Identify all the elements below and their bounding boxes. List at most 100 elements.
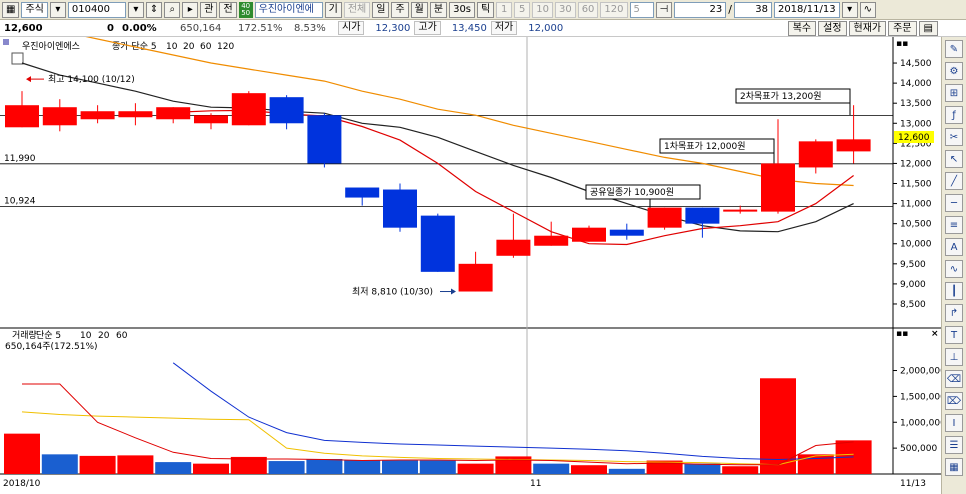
drawing-tools-icon[interactable]: ✎: [945, 40, 963, 58]
crosshair-box[interactable]: [11, 52, 24, 65]
interval-30[interactable]: 30: [554, 1, 576, 18]
chart-area[interactable]: 우진아이엔에스 종가 단순 5102060120 13,19711,99010,…: [0, 37, 941, 494]
period-tick[interactable]: 틱: [477, 1, 495, 18]
count-separator: /: [728, 3, 732, 16]
volume-panel-max-icon[interactable]: ▪▪: [896, 329, 908, 339]
target1-annotation: 1차목표가 12,000원: [664, 140, 745, 152]
legend-swatch: [3, 39, 9, 45]
candle-body: [798, 141, 833, 168]
all-button[interactable]: 전체: [343, 1, 371, 18]
text-tool-icon[interactable]: T: [945, 326, 963, 344]
code-dropdown-icon[interactable]: ▾: [127, 1, 144, 18]
play-icon[interactable]: ▸: [182, 1, 199, 18]
horizontal-line-icon[interactable]: ─: [945, 194, 963, 212]
interval-1[interactable]: 1: [496, 1, 513, 18]
order-button[interactable]: 주문: [888, 20, 917, 36]
eraser-icon[interactable]: ⌫: [945, 370, 963, 388]
volume-ma5-line: [22, 383, 854, 466]
market-select[interactable]: 주식: [21, 1, 48, 18]
chevron-down-icon[interactable]: ▾: [49, 1, 66, 18]
stepper-icon[interactable]: ⇕: [145, 1, 163, 18]
slider-icon[interactable]: ⊣: [655, 1, 673, 18]
total-input[interactable]: 38: [733, 1, 772, 18]
arrow-icon[interactable]: ↱: [945, 304, 963, 322]
volume-bar: [608, 468, 645, 474]
settings-button[interactable]: 설정: [818, 20, 847, 36]
layout-icon[interactable]: ▤: [918, 20, 938, 36]
candle-body: [420, 215, 455, 272]
jeon-button[interactable]: 전: [219, 1, 237, 18]
candle-body: [345, 187, 380, 198]
candle-icon[interactable]: ┃: [945, 282, 963, 300]
volume-bar: [457, 463, 494, 474]
date-dropdown-icon[interactable]: ▾: [841, 1, 858, 18]
copy-button[interactable]: 복수: [787, 20, 817, 36]
pulse-icon[interactable]: ∿: [859, 1, 876, 18]
interval-60[interactable]: 60: [577, 1, 599, 18]
price-tick-label: 9,500: [900, 260, 926, 270]
price-tag-icon[interactable]: ⊞: [945, 84, 963, 102]
auto-icon[interactable]: A: [945, 238, 963, 256]
candle-body: [194, 115, 228, 124]
price-tick-label: 11,000: [900, 200, 932, 210]
gi-button[interactable]: 기: [324, 1, 342, 18]
calendar-icon[interactable]: ▦: [945, 458, 963, 476]
support-line-label: 10,924: [4, 197, 36, 207]
gwan-button[interactable]: 관: [200, 1, 218, 18]
volume-bar: [41, 454, 78, 474]
fibonacci-icon[interactable]: ⊥: [945, 348, 963, 366]
interval-10[interactable]: 10: [532, 1, 553, 18]
candle-body: [118, 111, 153, 118]
list-icon[interactable]: ☰: [945, 436, 963, 454]
interval-120[interactable]: 120: [600, 1, 628, 18]
interval-custom-input[interactable]: 5: [629, 1, 654, 18]
investor-badge[interactable]: 40 50: [238, 1, 253, 18]
text-box-icon[interactable]: I: [945, 414, 963, 432]
date-input[interactable]: 2018/11/13: [773, 1, 840, 18]
code-input[interactable]: 010400: [67, 1, 126, 18]
period-day[interactable]: 일: [372, 1, 390, 18]
price-tick-label: 14,500: [900, 59, 932, 69]
period-30s[interactable]: 30s: [449, 1, 476, 18]
trend-line-icon[interactable]: ╱: [945, 172, 963, 190]
high-label: 고가: [414, 21, 441, 35]
volume-bar: [571, 465, 607, 474]
price-line: 12,600 0 0.00% 650,164 172.51% 8.53% 시가 …: [0, 20, 966, 37]
channel-icon[interactable]: ≡: [945, 216, 963, 234]
candle-body: [458, 263, 493, 292]
count-input[interactable]: 23: [674, 1, 727, 18]
legend-stock-name: 우진아이엔에스: [22, 41, 80, 52]
delete-all-icon[interactable]: ⌦: [945, 392, 963, 410]
interval-5[interactable]: 5: [514, 1, 531, 18]
search-icon[interactable]: ⌕: [164, 1, 181, 18]
period-month[interactable]: 월: [410, 1, 428, 18]
volume-tick-label: 500,000: [900, 444, 937, 454]
volume-bar: [4, 433, 40, 474]
volume-bar: [419, 460, 456, 474]
volume-moving-averages: [21, 362, 854, 466]
panel-max-icon[interactable]: ▪▪: [896, 39, 908, 49]
common-price-annotation: 공유일종가 10,900원: [590, 187, 674, 198]
volume-bar: [155, 462, 192, 474]
candle-body: [836, 139, 871, 152]
wave-icon[interactable]: ∿: [945, 260, 963, 278]
indicator-icon[interactable]: ⚙: [945, 62, 963, 80]
x-label-end: 11/13: [900, 479, 926, 489]
volume-panel-close-icon[interactable]: ×: [931, 329, 939, 339]
candle-body: [723, 209, 758, 212]
volume-bar: [117, 455, 154, 474]
current-price: 12,600: [4, 22, 43, 34]
period-week[interactable]: 주: [391, 1, 409, 18]
scissors-icon[interactable]: ✂: [945, 128, 963, 146]
current-price-button[interactable]: 현재가: [848, 20, 887, 36]
period-minute[interactable]: 분: [429, 1, 448, 18]
open-label: 시가: [338, 21, 365, 35]
cursor-icon[interactable]: ↖: [945, 150, 963, 168]
formula-icon[interactable]: ƒ: [945, 106, 963, 124]
volume-sub-label: 650,164주(172.51%): [5, 341, 98, 352]
price-tick-label: 9,000: [900, 280, 926, 290]
chart-type-icon[interactable]: ▦: [2, 1, 20, 18]
candle-body: [685, 207, 720, 224]
candle-body: [496, 239, 531, 256]
toolbar: ▦ 주식 ▾ 010400 ▾ ⇕ ⌕ ▸ 관 전 40 50 우진아이엔에 기 …: [0, 0, 966, 20]
